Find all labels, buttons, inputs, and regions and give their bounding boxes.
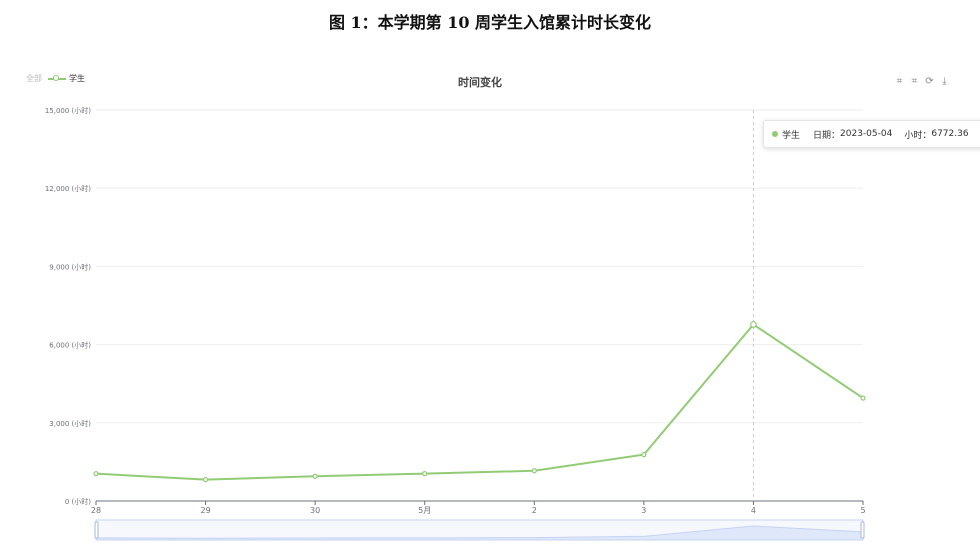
- tooltip: 学生 日期： 2023-05-04 小时： 6772.36: [763, 120, 980, 148]
- tooltip-hours-value: 6772.36: [931, 129, 969, 139]
- data-point: [860, 395, 866, 401]
- y-tick-label: 3,000 (小时): [49, 419, 91, 428]
- x-tick-label: 5: [860, 506, 865, 515]
- tooltip-date-label: 日期：: [813, 130, 841, 141]
- x-tick-label: 30: [310, 506, 320, 515]
- x-tick-label: 29: [200, 506, 210, 515]
- tooltip-series: 学生: [782, 130, 801, 141]
- x-tick-label: 3: [641, 506, 646, 515]
- x-tick-label: 2: [532, 506, 537, 515]
- series-line: [95, 323, 864, 481]
- y-tick-label: 9,000 (小时): [49, 262, 91, 271]
- data-point: [202, 477, 209, 483]
- data-point: [312, 473, 318, 479]
- x-tick-label: 28: [91, 506, 101, 515]
- x-tick-label: 5月: [418, 506, 431, 515]
- y-tick-label: 15,000 (小时): [45, 106, 91, 115]
- zoom-handle-left[interactable]: [94, 521, 99, 539]
- zoom-handle-right[interactable]: [860, 521, 865, 539]
- data-point: [93, 471, 99, 477]
- y-tick-label: 6,000 (小时): [49, 341, 91, 350]
- x-tick-label: 4: [751, 506, 756, 515]
- tooltip-hours-label: 小时：: [904, 130, 932, 141]
- tooltip-series-dot-icon: [772, 131, 778, 137]
- data-point: [422, 471, 428, 477]
- data-point: [641, 452, 647, 458]
- y-tick-label: 0 (小时): [65, 497, 91, 506]
- data-point: [750, 321, 757, 328]
- tooltip-date-value: 2023-05-04: [840, 129, 893, 139]
- y-tick-label: 12,000 (小时): [45, 184, 91, 193]
- line-chart: 0 (小时) 3,000 (小时) 6,000 (小时) 9,000 (小时) 12,0…: [45, 106, 866, 541]
- data-point: [531, 468, 537, 474]
